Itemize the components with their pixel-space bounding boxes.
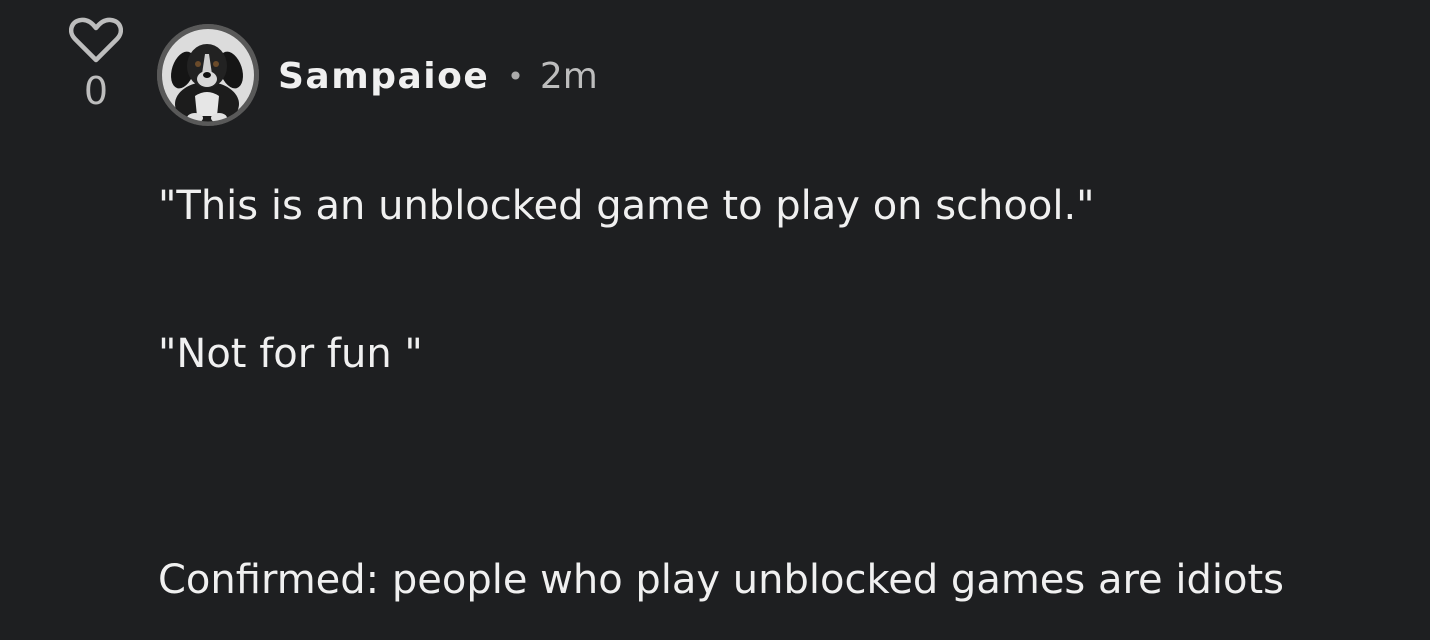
timestamp: 2m	[539, 55, 598, 97]
avatar[interactable]	[157, 24, 259, 126]
comment-text-line-3: Confirmed: people who play unblocked gam…	[158, 557, 1284, 603]
separator-dot: •	[507, 59, 524, 93]
comment-header: Sampaioe • 2m	[278, 52, 598, 100]
comment-text-line-2: "Not for fun "	[158, 331, 423, 377]
like-count: 0	[83, 69, 109, 113]
heart-icon[interactable]	[69, 17, 123, 63]
username-link[interactable]: Sampaioe	[278, 56, 489, 97]
comment-text-line-1: "This is an unblocked game to play on sc…	[158, 183, 1095, 229]
like-button[interactable]	[66, 14, 126, 66]
like-section: 0	[60, 14, 132, 110]
dog-avatar-image	[157, 24, 259, 126]
